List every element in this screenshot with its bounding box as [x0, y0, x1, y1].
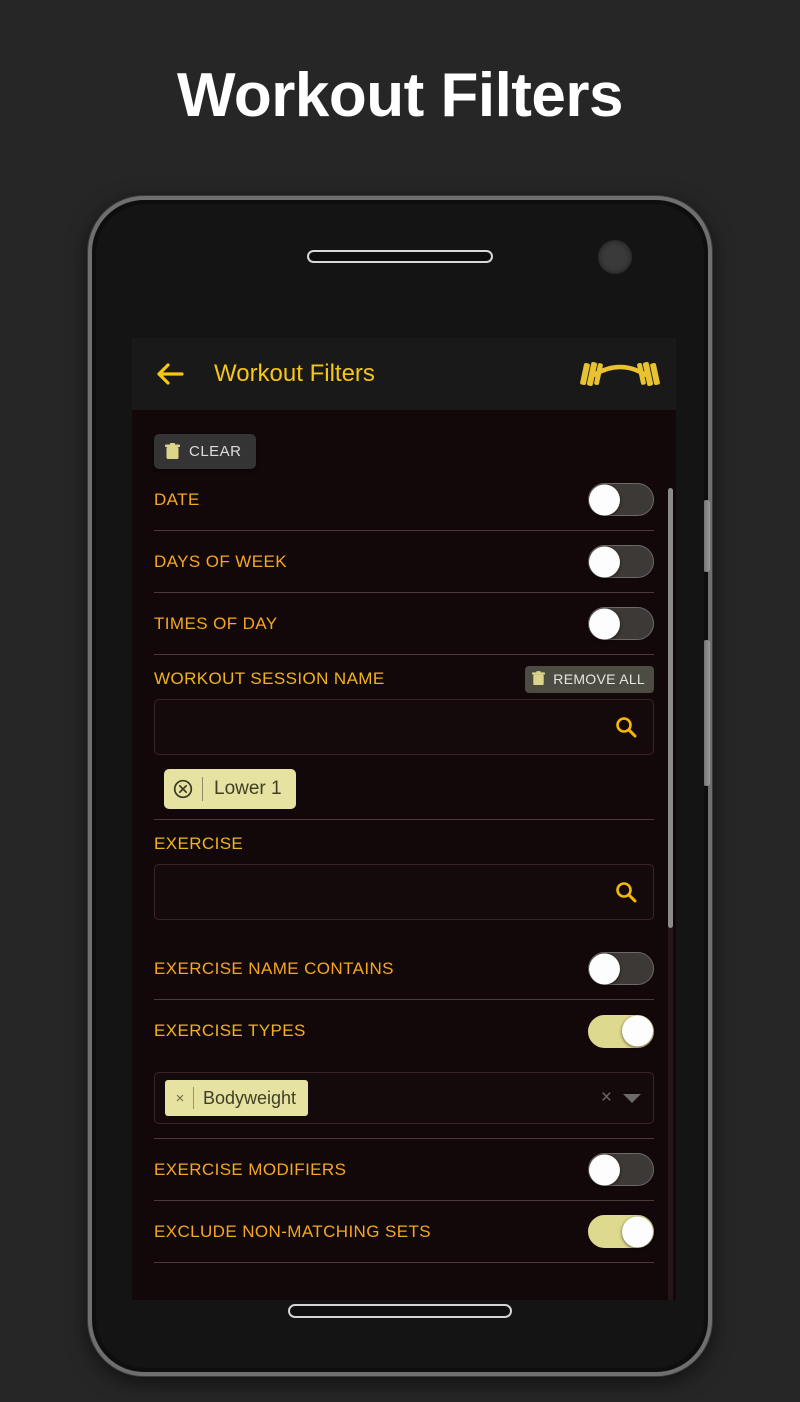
remove-all-label: REMOVE ALL: [553, 671, 645, 687]
toggle-exercise-types[interactable]: [588, 1014, 654, 1048]
app-bar: Workout Filters: [132, 338, 676, 410]
filter-row-times-of-day[interactable]: TIMES OF DAY: [154, 593, 654, 655]
search-icon[interactable]: [615, 881, 637, 903]
filter-row-exclude-non-matching-sets[interactable]: EXCLUDE NON-MATCHING SETS: [154, 1201, 654, 1263]
search-icon[interactable]: [615, 716, 637, 738]
toggle-knob: [589, 546, 620, 577]
exercise-types-multiselect[interactable]: × Bodyweight ×: [154, 1072, 654, 1124]
filter-label-exercise-modifiers: EXERCISE MODIFIERS: [154, 1159, 347, 1179]
home-indicator-bar: [288, 1304, 512, 1318]
phone-mockup: Workout Filters CLEAR DATE DAYS OF WEEK …: [88, 196, 712, 1376]
toggle-knob: [589, 484, 620, 515]
workout-session-name-label: WORKOUT SESSION NAME: [154, 669, 385, 688]
clear-button[interactable]: CLEAR: [154, 434, 256, 469]
chevron-down-icon[interactable]: [623, 1093, 641, 1103]
exercise-input[interactable]: [171, 882, 615, 902]
workout-session-name-input[interactable]: [171, 717, 615, 737]
filter-label-exercise-name-contains: EXERCISE NAME CONTAINS: [154, 958, 394, 978]
scrollbar-thumb[interactable]: [668, 488, 673, 928]
x-icon[interactable]: ×: [171, 1090, 189, 1107]
toggle-knob: [622, 1015, 653, 1047]
barbell-icon[interactable]: [578, 351, 662, 397]
toggle-exercise-name-contains[interactable]: [588, 952, 654, 985]
toggle-knob: [622, 1216, 653, 1247]
filter-row-exercise-types[interactable]: EXERCISE TYPES: [154, 1000, 654, 1062]
exercise-header: EXERCISE: [154, 820, 654, 864]
filter-label-days-of-week: DAYS OF WEEK: [154, 551, 287, 571]
app-bar-title: Workout Filters: [214, 360, 375, 387]
workout-session-name-chips: Lower 1: [154, 755, 654, 819]
app-screen: Workout Filters CLEAR DATE DAYS OF WEEK …: [132, 338, 676, 1300]
back-arrow-icon[interactable]: [148, 352, 192, 396]
circle-x-icon[interactable]: [172, 778, 194, 800]
power-button[interactable]: [703, 640, 710, 786]
phone-body: Workout Filters CLEAR DATE DAYS OF WEEK …: [96, 204, 704, 1368]
exercise-label: EXERCISE: [154, 834, 244, 853]
clear-x-icon[interactable]: ×: [590, 1087, 623, 1109]
filter-label-exclude-non-matching-sets: EXCLUDE NON-MATCHING SETS: [154, 1221, 431, 1241]
front-camera-icon: [598, 240, 632, 274]
chip-label: Lower 1: [214, 778, 282, 799]
earpiece-speaker-icon: [307, 250, 493, 263]
filter-row-days-of-week[interactable]: DAYS OF WEEK: [154, 531, 654, 593]
clear-button-label: CLEAR: [189, 443, 242, 460]
workout-session-name-header: WORKOUT SESSION NAME REMOVE ALL: [154, 655, 654, 699]
workout-session-name-search-field[interactable]: [154, 699, 654, 755]
remove-all-button[interactable]: REMOVE ALL: [525, 665, 654, 693]
toggle-knob: [589, 953, 620, 984]
filter-label-times-of-day: TIMES OF DAY: [154, 613, 278, 633]
exercise-search-field[interactable]: [154, 864, 654, 920]
filter-label-date: DATE: [154, 489, 200, 509]
filters-content: CLEAR DATE DAYS OF WEEK TIMES OF DAY WOR…: [132, 410, 676, 1300]
filter-row-exercise-modifiers[interactable]: EXERCISE MODIFIERS: [154, 1139, 654, 1201]
chip-label: Bodyweight: [203, 1087, 297, 1108]
trash-icon: [532, 670, 547, 688]
trash-icon: [165, 443, 180, 460]
chip-divider: [193, 1087, 194, 1109]
toggle-days-of-week[interactable]: [588, 545, 654, 578]
chip-exercise-type[interactable]: × Bodyweight: [165, 1080, 309, 1116]
toggle-knob: [589, 608, 620, 639]
filter-row-date[interactable]: DATE: [154, 469, 654, 531]
toggle-knob: [589, 1154, 620, 1185]
chip-divider: [202, 777, 203, 801]
toggle-date[interactable]: [588, 483, 654, 516]
chip-workout-session[interactable]: Lower 1: [164, 769, 296, 809]
filter-label-exercise-types: EXERCISE TYPES: [154, 1021, 306, 1040]
toggle-exercise-modifiers[interactable]: [588, 1153, 654, 1186]
filter-row-exercise-name-contains[interactable]: EXERCISE NAME CONTAINS: [154, 938, 654, 1000]
toggle-times-of-day[interactable]: [588, 607, 654, 640]
page-title: Workout Filters: [176, 61, 624, 130]
toggle-exclude-non-matching-sets[interactable]: [588, 1215, 654, 1248]
volume-button[interactable]: [703, 500, 710, 572]
